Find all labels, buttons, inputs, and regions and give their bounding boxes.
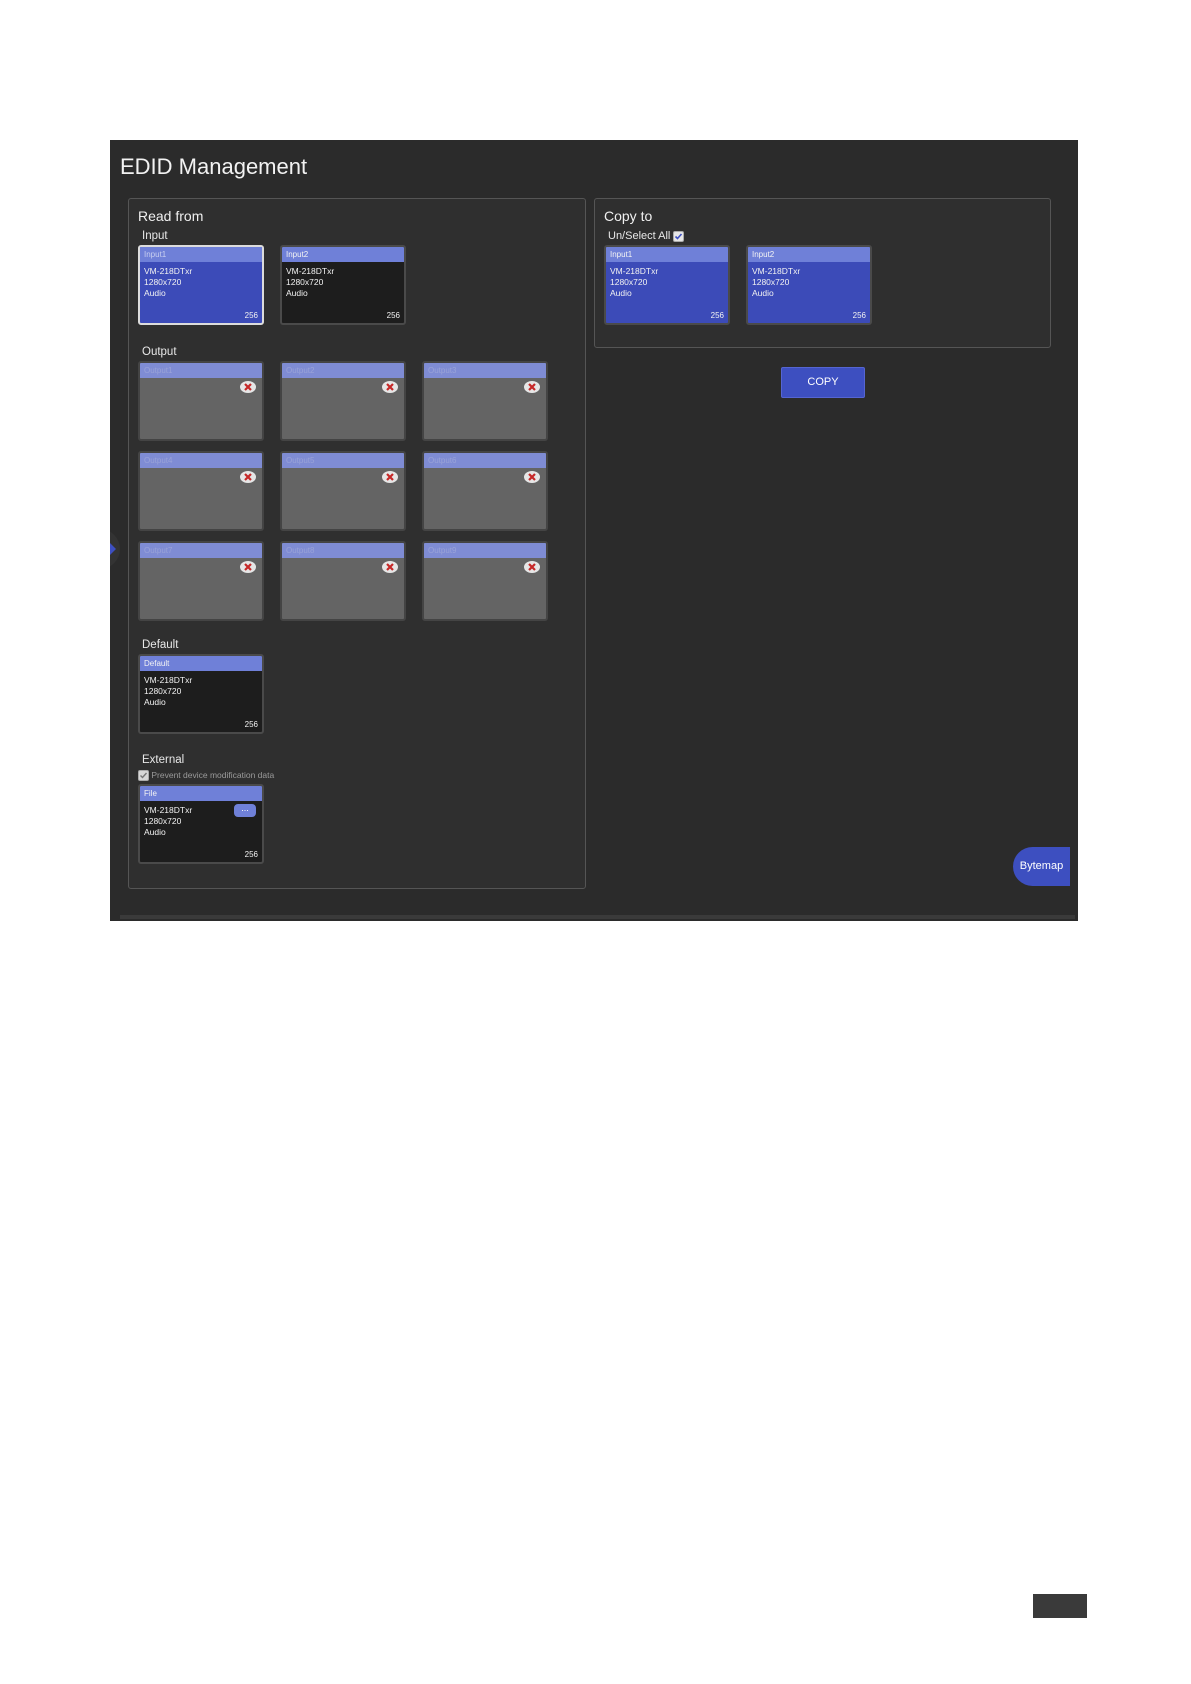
card-body: VM-218DTxr 1280x720 Audio bbox=[140, 671, 262, 708]
horizontal-scrollbar[interactable] bbox=[120, 915, 1075, 919]
card-header: Output4 bbox=[140, 453, 262, 468]
output8-card[interactable]: Output8 bbox=[280, 541, 406, 621]
copy-button[interactable]: COPY bbox=[781, 367, 865, 398]
disconnected-icon bbox=[382, 381, 398, 393]
copy-to-title: Copy to bbox=[604, 208, 653, 224]
card-line: 1280x720 bbox=[144, 277, 182, 287]
card-header: Default bbox=[140, 656, 262, 671]
card-line: 1280x720 bbox=[144, 816, 182, 826]
disconnected-icon bbox=[240, 561, 256, 573]
select-all-option: Un/Select All bbox=[608, 230, 685, 242]
disconnected-icon bbox=[524, 561, 540, 573]
read-from-panel: Read from Input Input1 VM-218DTxr 1280x7… bbox=[128, 198, 586, 889]
card-size: 256 bbox=[386, 311, 400, 320]
output5-card[interactable]: Output5 bbox=[280, 451, 406, 531]
output6-card[interactable]: Output6 bbox=[422, 451, 548, 531]
card-header: Input2 bbox=[748, 247, 870, 262]
card-line: 1280x720 bbox=[144, 686, 182, 696]
disconnected-icon bbox=[240, 381, 256, 393]
card-size: 256 bbox=[710, 311, 724, 320]
card-header: Output7 bbox=[140, 543, 262, 558]
disconnected-icon bbox=[382, 561, 398, 573]
disconnected-icon bbox=[240, 471, 256, 483]
read-input1-card[interactable]: Input1 VM-218DTxr 1280x720 Audio 256 bbox=[138, 245, 264, 325]
card-line: VM-218DTxr bbox=[610, 266, 659, 276]
card-line: Audio bbox=[610, 288, 632, 298]
card-line: 1280x720 bbox=[752, 277, 790, 287]
output2-card[interactable]: Output2 bbox=[280, 361, 406, 441]
copy-to-panel: Copy to Un/Select All Input1 VM-218DTxr … bbox=[594, 198, 1051, 348]
card-body: VM-218DTxr 1280x720 Audio bbox=[140, 262, 262, 299]
card-header: Input1 bbox=[140, 247, 262, 262]
default-section-label: Default bbox=[142, 639, 179, 651]
card-header: Input1 bbox=[606, 247, 728, 262]
output1-card[interactable]: Output1 bbox=[138, 361, 264, 441]
read-from-title: Read from bbox=[138, 208, 204, 224]
card-line: VM-218DTxr bbox=[144, 266, 193, 276]
prevent-modification-label: Prevent device modification data bbox=[151, 770, 275, 780]
card-line: Audio bbox=[286, 288, 308, 298]
card-line: VM-218DTxr bbox=[144, 675, 193, 685]
card-header: Output5 bbox=[282, 453, 404, 468]
card-size: 256 bbox=[244, 311, 258, 320]
card-header: Output1 bbox=[140, 363, 262, 378]
select-all-checkbox[interactable] bbox=[673, 230, 685, 242]
select-all-label: Un/Select All bbox=[608, 230, 671, 242]
card-header: Output3 bbox=[424, 363, 546, 378]
output7-card[interactable]: Output7 bbox=[138, 541, 264, 621]
card-size: 256 bbox=[852, 311, 866, 320]
copy-input2-card[interactable]: Input2 VM-218DTxr 1280x720 Audio 256 bbox=[746, 245, 872, 325]
input-section-label: Input bbox=[142, 230, 168, 242]
page-title: EDID Management bbox=[120, 154, 308, 179]
card-line: Audio bbox=[144, 697, 166, 707]
browse-file-button[interactable]: ... bbox=[234, 804, 256, 817]
read-input2-card[interactable]: Input2 VM-218DTxr 1280x720 Audio 256 bbox=[280, 245, 406, 325]
card-line: VM-218DTxr bbox=[752, 266, 801, 276]
card-line: 1280x720 bbox=[610, 277, 648, 287]
card-body: VM-218DTxr 1280x720 Audio bbox=[282, 262, 404, 299]
output3-card[interactable]: Output3 bbox=[422, 361, 548, 441]
card-line: 1280x720 bbox=[286, 277, 324, 287]
edid-management-screen: EDID Management Read from Input Input1 V… bbox=[110, 140, 1078, 921]
card-line: Audio bbox=[144, 288, 166, 298]
card-header: Output8 bbox=[282, 543, 404, 558]
bytemap-button[interactable]: Bytemap bbox=[1013, 847, 1070, 886]
copy-input1-card[interactable]: Input1 VM-218DTxr 1280x720 Audio 256 bbox=[604, 245, 730, 325]
card-body: VM-218DTxr 1280x720 Audio bbox=[606, 262, 728, 299]
disconnected-icon bbox=[382, 471, 398, 483]
output4-card[interactable]: Output4 bbox=[138, 451, 264, 531]
card-header: Output2 bbox=[282, 363, 404, 378]
file-card[interactable]: File ... VM-218DTxr 1280x720 Audio 256 bbox=[138, 784, 264, 864]
card-size: 256 bbox=[244, 720, 258, 729]
disconnected-icon bbox=[524, 381, 540, 393]
card-body: VM-218DTxr 1280x720 Audio bbox=[748, 262, 870, 299]
card-line: VM-218DTxr bbox=[286, 266, 335, 276]
card-line: Audio bbox=[144, 827, 166, 837]
card-header: File bbox=[140, 786, 262, 801]
external-section-label: External bbox=[142, 754, 185, 766]
output-section-label: Output bbox=[142, 346, 177, 358]
card-header: Output9 bbox=[424, 543, 546, 558]
card-header: Input2 bbox=[282, 247, 404, 262]
disconnected-icon bbox=[524, 471, 540, 483]
page-number-box bbox=[1033, 1594, 1087, 1618]
card-header: Output6 bbox=[424, 453, 546, 468]
output9-card[interactable]: Output9 bbox=[422, 541, 548, 621]
card-line: Audio bbox=[752, 288, 774, 298]
default-card[interactable]: Default VM-218DTxr 1280x720 Audio 256 bbox=[138, 654, 264, 734]
sidebar-toggle[interactable] bbox=[110, 529, 120, 569]
chevron-right-icon bbox=[110, 543, 116, 555]
card-size: 256 bbox=[244, 850, 258, 859]
prevent-modification-checkbox[interactable] bbox=[138, 770, 149, 782]
prevent-modification-option: Prevent device modification data bbox=[138, 770, 275, 782]
